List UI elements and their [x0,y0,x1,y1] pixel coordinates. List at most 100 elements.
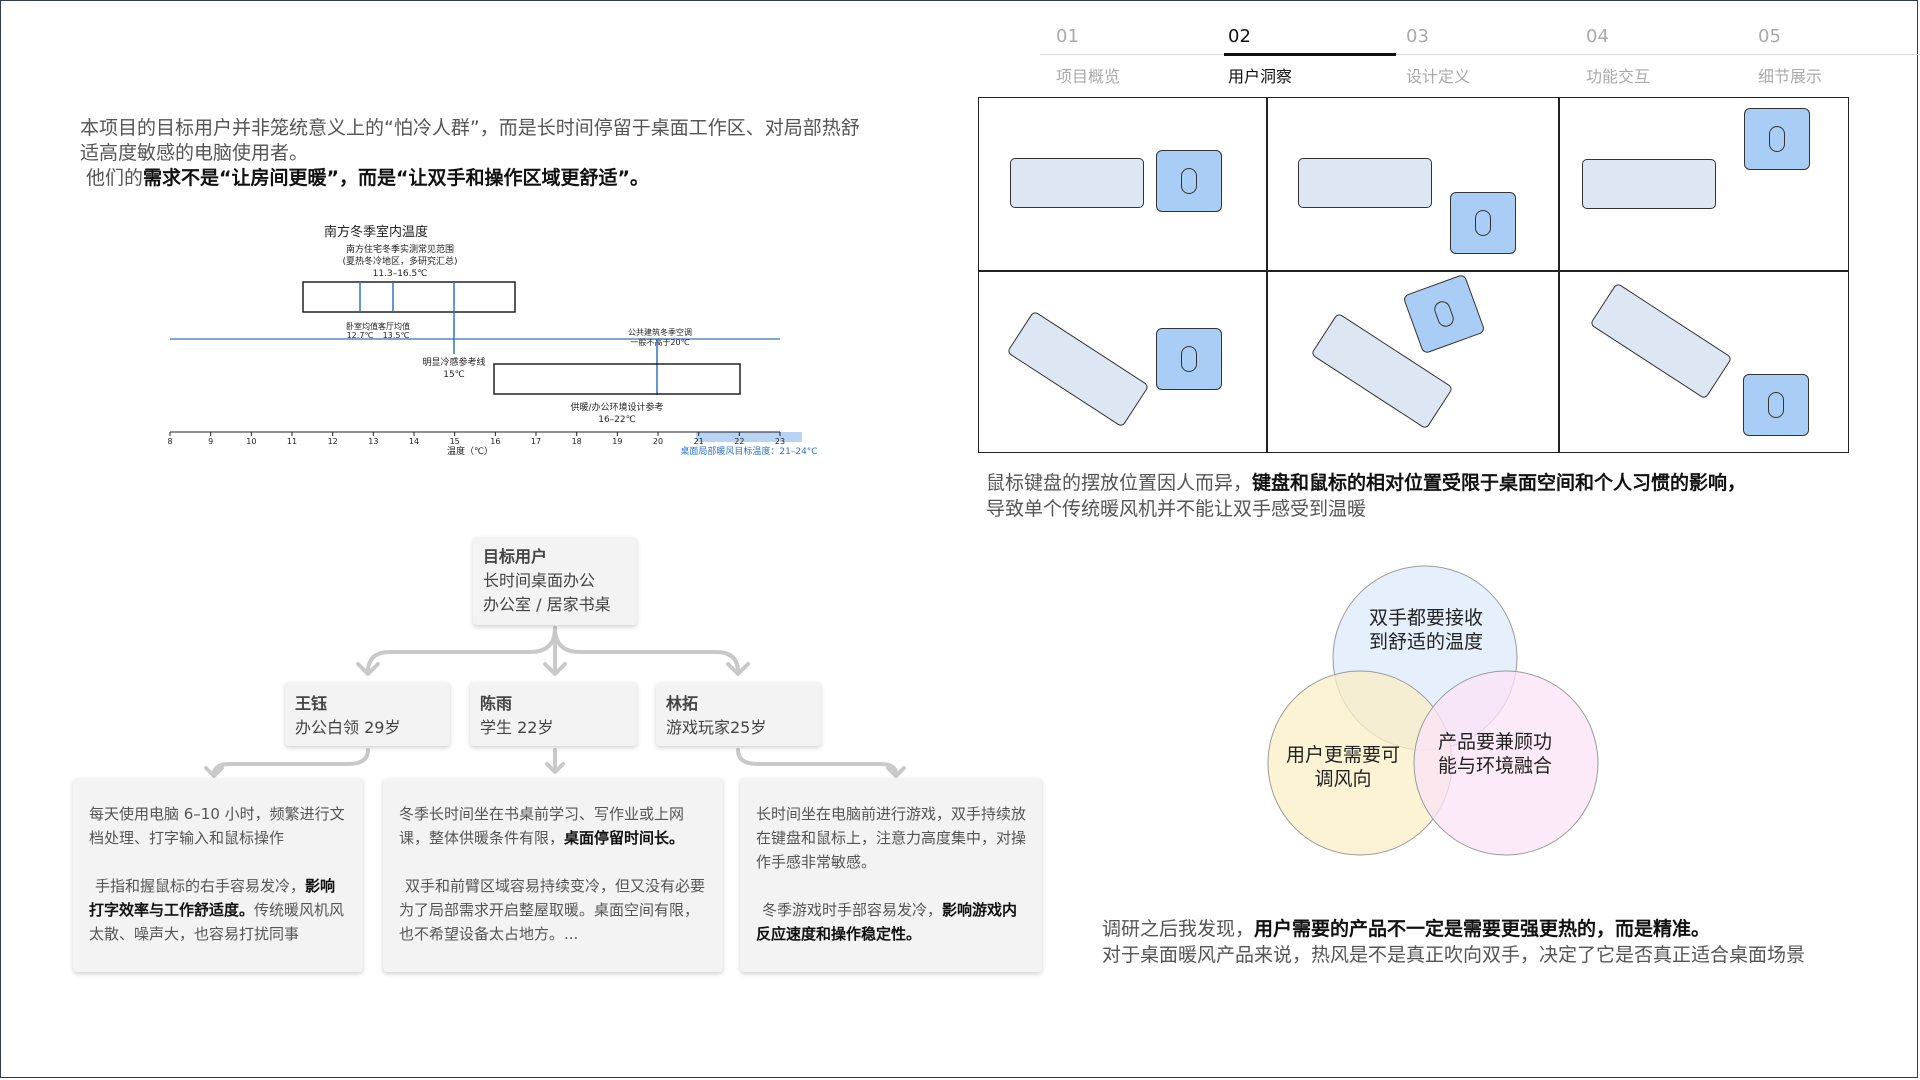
conclusion-line1: 调研之后我发现，用户需要的产品不一定是需要更强更热的，而是精准。 [1102,916,1902,942]
tab-number: 01 [1056,26,1079,47]
range1-label: 南方住宅冬季实测常见范围 [346,243,454,255]
x-tick-label: 21 [694,437,704,446]
tab-user-insight[interactable]: 02 用户洞察 [1212,0,1384,90]
persona-card-wangyu: 王钰 办公白领 29岁 [285,682,450,746]
conclusion-text: 调研之后我发现，用户需要的产品不一定是需要更强更热的，而是精准。 对于桌面暖风产… [1102,916,1902,968]
range1-bar [302,281,516,313]
persona-name: 王钰 [295,694,328,713]
mouse-shape [1450,192,1516,254]
caption-bold: 键盘和鼠标的相对位置受限于桌面空间和个人习惯的影响， [1252,472,1747,494]
conclusion-pre: 调研之后我发现， [1102,918,1255,940]
cold-label: 明显冷感参考线 [422,356,485,368]
x-tick-label: 22 [734,437,744,446]
root-title: 目标用户 [483,547,548,566]
x-tick-label: 10 [246,437,256,446]
persona-desc-lintuo: 长时间坐在电脑前进行游戏，双手持续放在键盘和鼠标上，注意力高度集中，对操作手感非… [740,778,1042,972]
venn-label-right: 产品要兼顾功能与环境融合 [1437,731,1552,777]
public-label: 公共建筑冬季空调 [628,327,692,337]
x-tick-label: 12 [328,437,338,446]
keyboard-mouse-grid [978,97,1849,453]
persona-name: 林拓 [666,694,699,713]
chart-title: 南方冬季室内温度 [324,224,428,240]
intro-line2: 他们的需求不是“让房间更暖”，而是“让双手和操作区域更舒适”。 [80,166,870,191]
persona-name: 陈雨 [480,694,513,713]
office-label: 供暖/办公环境设计参考 [570,401,663,413]
target-user-card: 目标用户 长时间桌面办公 办公室 / 居家书桌 [473,537,637,625]
tab-design-definition[interactable]: 03 设计定义 [1390,0,1562,90]
tab-label: 设计定义 [1406,67,1471,86]
grid-caption-line2: 导致单个传统暖风机并不能让双手感受到温暖 [986,498,1367,520]
keyboard-shape [1010,158,1144,208]
office-bar [493,363,741,395]
tab-function-interaction[interactable]: 04 功能交互 [1570,0,1742,90]
mouse-shape [1156,150,1222,212]
living-label: 客厅均值 [378,321,410,331]
x-tick-label: 23 [775,437,785,446]
mouse-shape [1744,108,1810,170]
persona-info: 游戏玩家25岁 [666,718,767,737]
desc-p2-pre: 手指和握鼠标的右手容易发冷， [95,877,306,895]
tab-number: 04 [1586,26,1609,47]
tab-number: 05 [1758,26,1781,47]
persona-card-chenyu: 陈雨 学生 22岁 [470,682,637,746]
intro-line1: 本项目的目标用户并非笼统意义上的“怕冷人群”，而是长时间停留于桌面工作区、对局部… [80,117,860,164]
keyboard-shape [1006,310,1150,428]
tab-number: 03 [1406,26,1429,47]
bedroom-label: 卧室均值 [346,321,378,331]
public-value: 一般不高于20℃ [630,337,689,347]
keyboard-shape [1298,158,1432,208]
grid-divider [1558,98,1560,452]
temperature-chart: 南方冬季室内温度 南方住宅冬季实测常见范围 (夏热冬冷地区，多研究汇总) 11.… [167,224,817,457]
desc-p2: 手指和握鼠标的右手容易发冷，影响打字效率与工作舒适度。传统暖风机风太散、噪声大，… [89,874,347,946]
desc-p1-bold: 桌面停留时间长。 [564,829,685,847]
target-label: 桌面局部暖风目标温度：21–24°C [680,445,817,457]
axis-label: 温度（℃） [447,445,493,457]
desc-p2: 冬季游戏时手部容易发冷，影响游戏内反应速度和操作稳定性。 [756,898,1026,946]
intro-emphasis: 需求不是“让房间更暖”，而是“让双手和操作区域更舒适”。 [143,167,649,189]
tab-overview[interactable]: 01 项目概览 [1040,0,1212,90]
persona-desc-chenyu: 冬季长时间坐在书桌前学习、写作业或上网课，整体供暖条件有限，桌面停留时间长。 双… [383,778,723,972]
office-value: 16–22℃ [598,415,636,425]
tab-label: 用户洞察 [1228,67,1293,86]
conclusion-bold: 用户需要的产品不一定是需要更强更热的，而是精准。 [1254,918,1711,940]
grid-divider [979,270,1848,272]
cold-value: 15℃ [443,370,465,380]
persona-card-lintuo: 林拓 游戏玩家25岁 [656,682,821,746]
target-range-band [696,432,802,442]
x-tick-label: 9 [208,437,213,446]
tab-detail-display[interactable]: 05 细节展示 [1742,0,1914,90]
x-tick-label: 14 [409,437,419,446]
x-tick-label: 13 [368,437,378,446]
desc-p2-pre: 冬季游戏时手部容易发冷， [762,901,943,919]
x-tick-label: 8 [167,437,172,446]
bedroom-living-label: 卧室均值客厅均值 [346,321,410,331]
range1-value: 11.3–16.5℃ [373,269,428,279]
persona-info: 学生 22岁 [480,718,554,737]
tab-number: 02 [1228,26,1251,47]
intro-text: 本项目的目标用户并非笼统意义上的“怕冷人群”，而是长时间停留于桌面工作区、对局部… [80,116,870,191]
persona-info: 办公白领 29岁 [295,718,401,737]
venn-label-top: 双手都要接收到舒适的温度 [1368,607,1483,653]
x-tick-label: 17 [531,437,541,446]
range1-sub: (夏热冬冷地区，多研究汇总) [342,255,457,267]
keyboard-shape [1589,282,1733,400]
root-line1: 长时间桌面办公 [483,571,596,590]
x-ticks: 8 9 10 11 12 13 14 15 16 17 18 19 20 21 22 23 [167,432,785,446]
tab-label: 细节展示 [1758,67,1823,86]
x-tick-label: 19 [612,437,622,446]
tab-label: 项目概览 [1056,67,1121,86]
mouse-shape [1402,273,1486,355]
x-tick-label: 11 [287,437,297,446]
desc-p1: 每天使用电脑 6–10 小时，频繁进行文档处理、打字输入和鼠标操作 [89,805,345,847]
desc-p2: 双手和前臂区域容易持续变冷，但又没有必要为了局部需求开启整屋取暖。桌面空间有限，… [399,877,706,943]
mouse-shape [1156,328,1222,390]
x-tick-label: 16 [490,437,500,446]
keyboard-shape [1582,159,1716,209]
x-tick-label: 18 [572,437,582,446]
x-tick-label: 20 [653,437,663,446]
persona-desc-wangyu: 每天使用电脑 6–10 小时，频繁进行文档处理、打字输入和鼠标操作 手指和握鼠标… [73,778,363,972]
venn-label-left: 用户更需要可调风向 [1285,744,1400,790]
intro-prefix: 他们的 [86,167,144,189]
caption-pre: 鼠标键盘的摆放位置因人而异， [986,472,1253,494]
grid-caption-line1: 鼠标键盘的摆放位置因人而异，键盘和鼠标的相对位置受限于桌面空间和个人习惯的影响， [986,470,1836,496]
